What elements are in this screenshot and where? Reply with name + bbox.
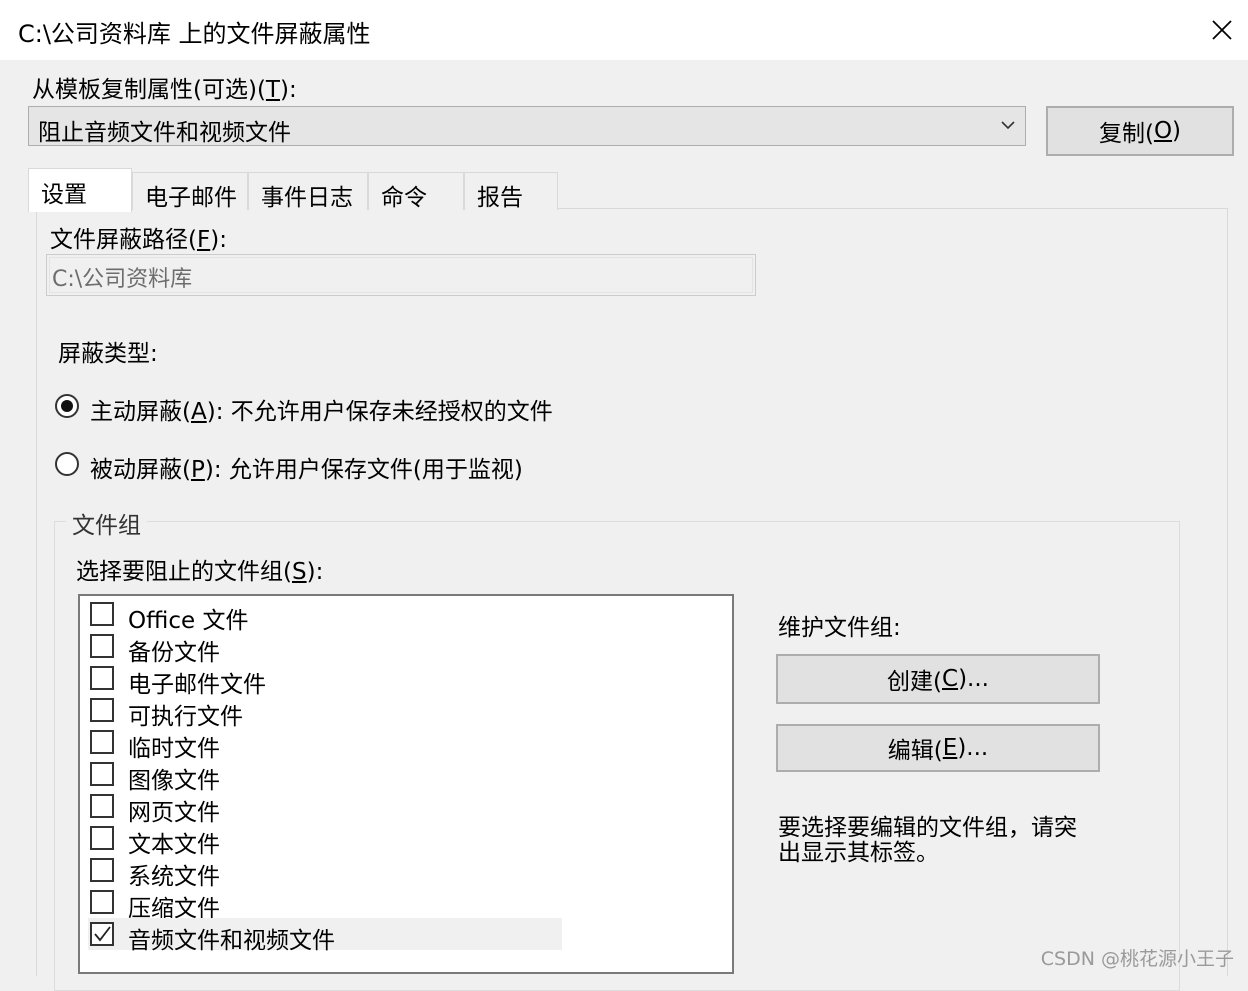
window-title: C:\公司资料库 上的文件屏蔽属性 [18,20,371,48]
file-groups-title: 文件组 [66,506,147,540]
tab-email[interactable]: 电子邮件 [132,172,248,211]
checkbox[interactable] [90,602,114,626]
checkbox[interactable] [90,858,114,882]
chevron-down-icon [1001,121,1015,130]
path-value: C:\公司资料库 [52,267,193,292]
list-item-office[interactable]: Office 文件 [88,598,562,634]
checkbox-checked[interactable] [90,922,114,946]
list-item-executable[interactable]: 可执行文件 [88,694,562,730]
list-item-text[interactable]: 文本文件 [88,822,562,858]
checkbox[interactable] [90,826,114,850]
tab-strip: 设置 电子邮件 事件日志 命令 报告 [28,168,568,212]
checkbox[interactable] [90,698,114,722]
checkbox[interactable] [90,890,114,914]
checkbox[interactable] [90,666,114,690]
list-item-system[interactable]: 系统文件 [88,854,562,890]
close-button[interactable] [1196,0,1248,60]
tab-settings[interactable]: 设置 [28,168,132,212]
active-screening-label[interactable]: 主动屏蔽(A): 不允许用户保存未经授权的文件 [90,392,553,426]
tab-event-log[interactable]: 事件日志 [248,172,368,211]
active-screening-radio[interactable] [55,394,79,418]
screening-type-label: 屏蔽类型: [58,341,158,367]
template-label: 从模板复制属性(可选)(T): [32,77,297,103]
edit-hint-text: 要选择要编辑的文件组，请突 出显示其标签。 [778,815,1077,866]
copy-button[interactable]: 复制(O) [1046,106,1234,156]
create-button[interactable]: 创建(C)... [776,654,1100,704]
list-item-audio-video[interactable]: 音频文件和视频文件 [88,918,562,954]
checkbox[interactable] [90,762,114,786]
checkbox[interactable] [90,634,114,658]
edit-button[interactable]: 编辑(E)... [776,724,1100,772]
path-label: 文件屏蔽路径(F): [50,227,227,253]
path-field: C:\公司资料库 [46,254,756,296]
title-bar: C:\公司资料库 上的文件屏蔽属性 [0,0,1248,60]
select-groups-label: 选择要阻止的文件组(S): [76,559,324,585]
checkmark-icon [94,926,111,942]
file-groups-list[interactable]: Office 文件 备份文件 电子邮件文件 可执行文件 临时文件 图像文件 网页… [78,594,734,974]
template-dropdown-value: 阻止音频文件和视频文件 [38,120,291,146]
tab-command[interactable]: 命令 [368,172,464,211]
watermark: CSDN @桃花源小王子 [1040,948,1234,970]
passive-screening-label[interactable]: 被动屏蔽(P): 允许用户保存文件(用于监视) [90,450,523,484]
list-item-email[interactable]: 电子邮件文件 [88,662,562,698]
list-item-backup[interactable]: 备份文件 [88,630,562,666]
list-item-compressed[interactable]: 压缩文件 [88,886,562,922]
close-icon [1212,20,1232,40]
list-item-temporary[interactable]: 临时文件 [88,726,562,762]
maintain-groups-label: 维护文件组: [778,615,901,641]
tab-report[interactable]: 报告 [464,172,558,211]
list-item-web[interactable]: 网页文件 [88,790,562,826]
passive-screening-radio[interactable] [55,452,79,476]
list-item-image[interactable]: 图像文件 [88,758,562,794]
template-dropdown[interactable]: 阻止音频文件和视频文件 [28,106,1026,146]
checkbox[interactable] [90,794,114,818]
checkbox[interactable] [90,730,114,754]
